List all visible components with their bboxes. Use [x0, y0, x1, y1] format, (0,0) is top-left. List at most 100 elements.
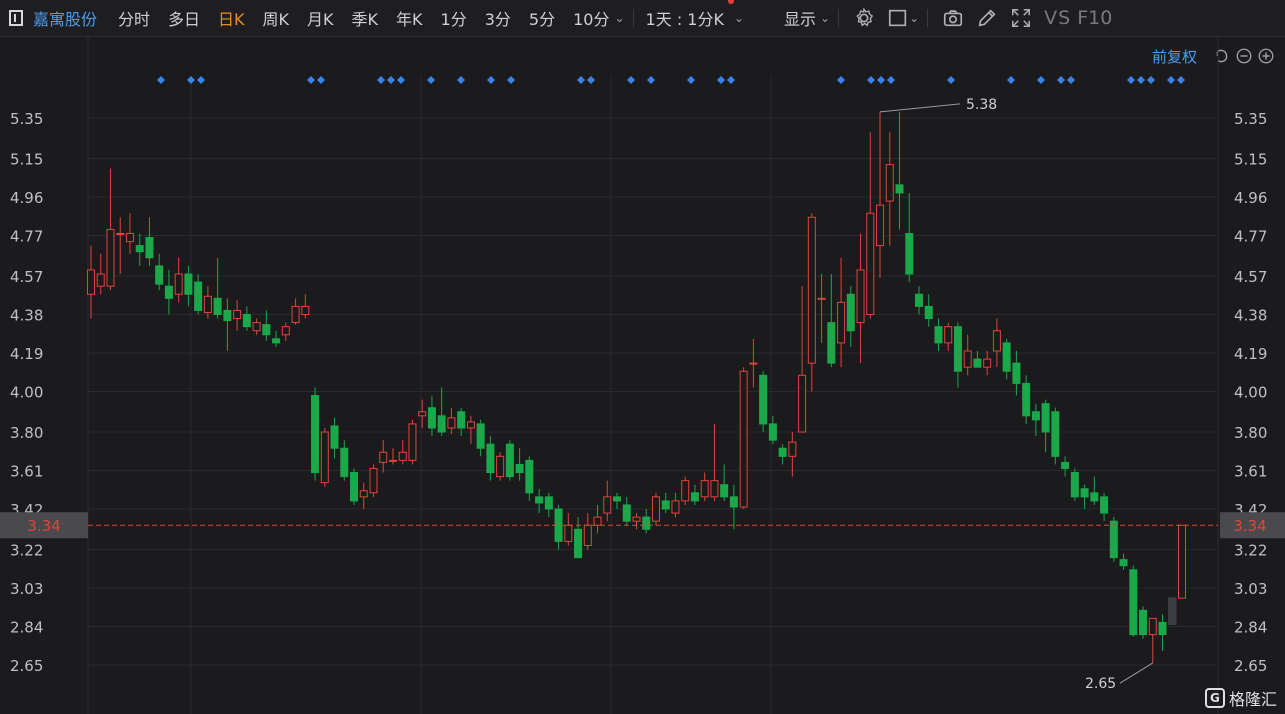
candle-body — [992, 330, 1001, 352]
tab-quarterly-k[interactable]: 季K — [352, 6, 379, 30]
candle-body — [1022, 382, 1031, 417]
candle-body — [700, 480, 709, 498]
candle-body — [642, 516, 651, 530]
current-price-label-right: 3.34 — [1233, 517, 1266, 535]
candle-body — [106, 228, 115, 287]
tab-5min[interactable]: 5分 — [529, 6, 555, 30]
candle-body — [174, 273, 183, 295]
candle-body — [603, 496, 612, 514]
layout-chevron-icon[interactable]: ⌄ — [909, 11, 919, 25]
candle-body — [87, 269, 95, 295]
candle-body — [1129, 569, 1138, 636]
candle-body — [369, 467, 378, 494]
candle-body — [1109, 520, 1118, 559]
candle-body — [437, 415, 446, 433]
tab-10min[interactable]: 10分 — [573, 6, 609, 30]
current-price-label-left: 3.34 — [27, 517, 60, 535]
candle-body — [525, 459, 534, 494]
candle-body — [486, 443, 495, 474]
event-marker — [1067, 76, 1075, 84]
layout-square-icon[interactable] — [887, 7, 909, 29]
event-marker — [647, 76, 655, 84]
display-chevron-icon[interactable]: ⌄ — [820, 11, 830, 25]
display-menu[interactable]: 显示 — [784, 6, 816, 30]
candle-body — [544, 496, 553, 510]
candle-body — [1148, 617, 1157, 636]
tab-daily-k[interactable]: 日K — [218, 6, 245, 30]
candle-body — [515, 463, 524, 474]
y-tick-label-right: 4.00 — [1234, 384, 1267, 402]
candle-body — [408, 423, 417, 461]
period-chevron-icon[interactable]: ⌄ — [734, 11, 744, 25]
candle-body — [496, 455, 505, 478]
divider — [927, 9, 929, 27]
event-marker — [377, 76, 385, 84]
candle-body — [203, 295, 212, 313]
candle-body — [1090, 492, 1099, 502]
y-tick-label-left: 3.03 — [10, 580, 43, 598]
event-marker — [317, 76, 325, 84]
y-tick-label-left: 5.15 — [10, 151, 43, 169]
event-marker — [457, 76, 465, 84]
y-tick-label-left: 4.19 — [10, 345, 43, 363]
candle-body — [895, 184, 904, 194]
candle-body — [388, 459, 397, 462]
candle-body — [418, 411, 427, 417]
candle-body — [1178, 524, 1186, 599]
y-tick-label-right: 4.19 — [1234, 345, 1267, 363]
tab-monthly-k[interactable]: 月K — [307, 6, 334, 30]
camera-icon[interactable] — [942, 7, 964, 29]
event-marker — [627, 76, 635, 84]
y-tick-label-left: 3.22 — [10, 542, 43, 560]
candle-body — [778, 447, 787, 457]
tab-3min[interactable]: 3分 — [485, 6, 511, 30]
vs-compare-button[interactable]: VS — [1044, 7, 1071, 29]
event-marker — [837, 76, 845, 84]
fullscreen-icon[interactable] — [1010, 7, 1032, 29]
candle-body — [671, 500, 680, 514]
candle-body — [827, 322, 836, 364]
event-marker — [1007, 76, 1015, 84]
tab-multi-day[interactable]: 多日 — [168, 6, 200, 30]
tab-1min[interactable]: 1分 — [441, 6, 467, 30]
f10-button[interactable]: F10 — [1077, 7, 1112, 29]
candle-body — [739, 370, 748, 508]
candle-body — [1041, 403, 1050, 433]
more-periods-chevron-icon[interactable]: ⌄ — [614, 11, 624, 25]
period-selector[interactable]: 1天 : 1分K — [646, 0, 734, 30]
event-marker — [577, 76, 585, 84]
divider — [838, 9, 840, 27]
event-marker — [387, 76, 395, 84]
tab-intraday[interactable]: 分时 — [118, 6, 150, 30]
y-tick-label-left: 4.00 — [10, 384, 43, 402]
candle-body — [914, 293, 923, 307]
event-marker — [1037, 76, 1045, 84]
candle-body — [145, 237, 154, 259]
candle-body — [632, 516, 641, 522]
candle-body — [720, 484, 729, 498]
candle-body — [564, 524, 573, 542]
y-tick-label-right: 3.61 — [1234, 463, 1267, 481]
candle-body — [125, 232, 134, 243]
divider — [632, 9, 634, 27]
event-marker — [1127, 76, 1135, 84]
tab-yearly-k[interactable]: 年K — [396, 6, 423, 30]
candle-body — [1139, 609, 1148, 636]
y-tick-label-right: 4.77 — [1234, 228, 1267, 246]
candle-body — [574, 528, 583, 559]
y-tick-label-right: 4.96 — [1234, 189, 1267, 207]
event-marker — [427, 76, 435, 84]
event-marker — [887, 76, 895, 84]
candle-body — [340, 447, 349, 478]
panel-toggle-icon[interactable] — [9, 10, 23, 26]
candle-body — [1070, 472, 1079, 498]
settings-gear-icon[interactable] — [853, 7, 875, 29]
stock-name[interactable]: 嘉寓股份 — [33, 6, 97, 30]
candlestick-chart[interactable]: 5.35 5.35 5.15 5.15 4.96 4.96 4.77 4.77 4.57 4.57… — [0, 36, 1285, 714]
candle-body — [233, 309, 242, 320]
y-tick-label-right: 2.84 — [1234, 619, 1267, 637]
toolbar: 嘉寓股份 分时 多日 日K 周K 月K 季K 年K 1分 3分 5分 10分 ⌄… — [0, 0, 1285, 37]
event-marker — [397, 76, 405, 84]
draw-pencil-icon[interactable] — [976, 7, 998, 29]
tab-weekly-k[interactable]: 周K — [263, 6, 290, 30]
